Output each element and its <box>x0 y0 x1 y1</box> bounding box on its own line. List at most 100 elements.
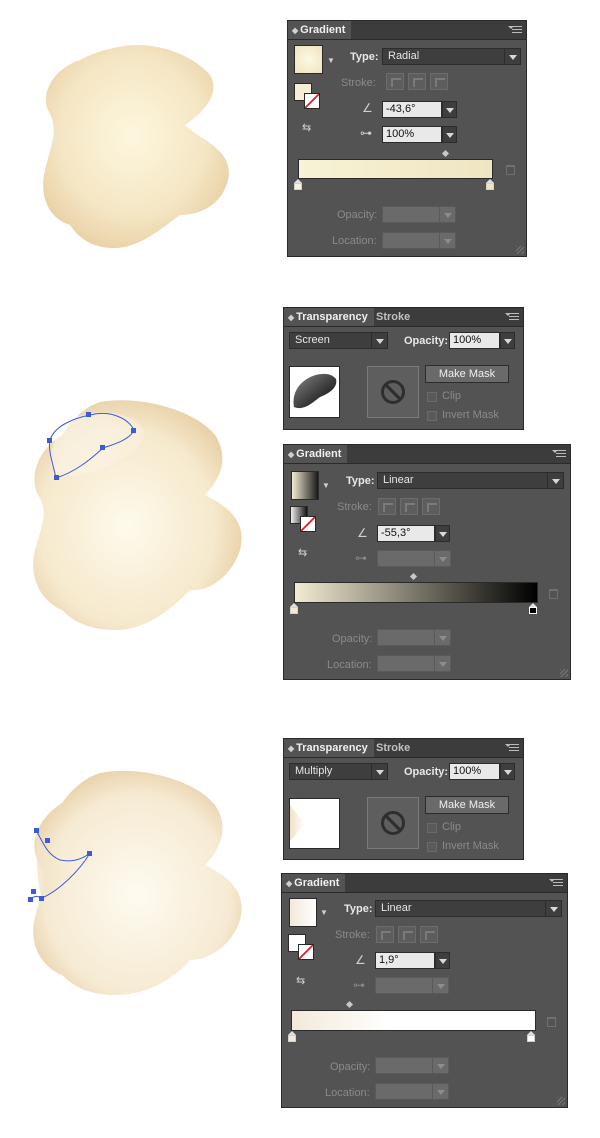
type-dropdown[interactable]: Linear <box>377 472 564 489</box>
clip-checkbox[interactable] <box>427 823 437 833</box>
mask-thumbnail[interactable] <box>367 797 419 849</box>
midpoint-diamond[interactable] <box>345 1000 354 1009</box>
color-stop-left[interactable] <box>290 603 298 614</box>
panel-menu-icon[interactable] <box>508 24 522 35</box>
tab-gradient[interactable]: ◆ Gradient <box>282 874 346 892</box>
opacity-label: Opacity: <box>404 766 449 778</box>
midpoint-diamond[interactable] <box>441 149 450 158</box>
tab-stroke[interactable]: Stroke <box>372 308 416 326</box>
aspect-ratio-icon: ⊶ <box>355 551 367 565</box>
color-stop-right[interactable] <box>529 603 537 614</box>
resize-grip[interactable] <box>560 669 568 677</box>
make-mask-button[interactable]: Make Mask <box>425 796 509 814</box>
blend-mode-dropdown[interactable]: Multiply <box>289 763 388 780</box>
panel-tabbar: ◆ Gradient <box>282 874 567 893</box>
angle-field[interactable]: -55,3° <box>377 525 450 542</box>
panel-tabbar: ◆ Gradient <box>284 445 570 464</box>
thumbnail-dropdown-icon[interactable]: ▼ <box>322 481 330 490</box>
stroke-none-swatch[interactable] <box>298 944 314 960</box>
clip-checkbox[interactable] <box>427 392 437 402</box>
blob-radial-shape <box>43 45 229 249</box>
resize-grip[interactable] <box>557 1097 565 1105</box>
object-thumbnail-shape <box>290 805 306 841</box>
collapse-arrows-icon: ◆ <box>286 879 293 888</box>
blend-mode-dropdown[interactable]: Screen <box>289 332 388 349</box>
aspect-ratio-icon: ⊶ <box>360 126 372 140</box>
chevron-down-icon[interactable] <box>500 332 515 349</box>
chevron-down-icon[interactable] <box>435 525 450 542</box>
chevron-down-icon[interactable] <box>435 952 450 969</box>
blob-multiply-shape <box>28 770 242 995</box>
resize-grip[interactable] <box>516 246 524 254</box>
stroke-along-button <box>400 498 418 515</box>
ratio-field[interactable]: 100% <box>382 126 457 143</box>
angle-field[interactable]: 1,9° <box>375 952 450 969</box>
thumbnail-dropdown-icon[interactable]: ▼ <box>327 56 335 65</box>
tab-gradient[interactable]: ◆ Gradient <box>284 445 348 463</box>
opacity-label: Opacity: <box>404 335 449 347</box>
opacity-field <box>377 629 451 646</box>
color-stop-left[interactable] <box>294 179 302 190</box>
stroke-none-swatch[interactable] <box>304 93 320 109</box>
tab-transparency[interactable]: ◆ Transparency <box>284 739 374 757</box>
panel-tabbar: ◆ Transparency Stroke <box>284 308 523 327</box>
opacity-field[interactable]: 100% <box>449 763 515 780</box>
chevron-down-icon[interactable] <box>500 763 515 780</box>
no-mask-icon <box>381 811 405 835</box>
chevron-down-icon <box>547 473 563 488</box>
trash-icon <box>547 1017 556 1027</box>
type-dropdown[interactable]: Linear <box>375 900 562 917</box>
chevron-down-icon[interactable] <box>442 101 457 118</box>
gradient-thumbnail[interactable] <box>289 898 317 927</box>
stroke-label: Stroke: <box>335 929 370 941</box>
type-dropdown[interactable]: Radial <box>382 48 521 65</box>
chevron-down-icon <box>434 551 450 566</box>
tab-stroke[interactable]: Stroke <box>372 739 416 757</box>
angle-field[interactable]: -43,6° <box>382 101 457 118</box>
angle-icon: ∠ <box>355 953 366 967</box>
mask-thumbnail[interactable] <box>367 366 419 418</box>
stroke-label: Stroke: <box>337 501 372 513</box>
type-label: Type: <box>350 51 379 63</box>
chevron-down-icon <box>432 978 448 993</box>
opacity-field[interactable]: 100% <box>449 332 515 349</box>
tab-gradient[interactable]: ◆ Gradient <box>288 21 352 39</box>
stroke-across-button <box>430 73 448 90</box>
panel-menu-icon[interactable] <box>505 742 519 753</box>
panel-menu-icon[interactable] <box>549 877 563 888</box>
reverse-gradient-icon[interactable]: ⇆ <box>302 121 311 134</box>
chevron-down-icon <box>439 207 455 222</box>
midpoint-diamond[interactable] <box>409 572 418 581</box>
gradient-thumbnail[interactable] <box>294 45 323 74</box>
tab-transparency[interactable]: ◆ Transparency <box>284 308 374 326</box>
invert-mask-checkbox[interactable] <box>427 411 437 421</box>
panel-tabbar: ◆ Gradient <box>288 21 526 40</box>
color-stop-left[interactable] <box>288 1031 296 1042</box>
color-stop-right[interactable] <box>527 1031 535 1042</box>
panel-menu-icon[interactable] <box>552 448 566 459</box>
gradient-slider[interactable] <box>291 1010 536 1031</box>
gradient-slider[interactable] <box>298 159 493 179</box>
make-mask-button[interactable]: Make Mask <box>425 365 509 383</box>
stroke-none-swatch[interactable] <box>300 516 316 532</box>
gradient-slider[interactable] <box>294 582 538 603</box>
transparency-panel-multiply: ◆ Transparency Stroke Multiply Opacity: 1… <box>283 738 524 860</box>
object-thumbnail[interactable] <box>289 798 340 849</box>
gradient-thumbnail[interactable] <box>291 471 319 500</box>
reverse-gradient-icon[interactable]: ⇆ <box>296 974 305 987</box>
chevron-down-icon <box>434 656 450 671</box>
type-label: Type: <box>344 903 373 915</box>
trash-icon <box>549 589 558 599</box>
chevron-down-icon[interactable] <box>442 126 457 143</box>
panel-tabbar: ◆ Transparency Stroke <box>284 739 523 758</box>
panel-menu-icon[interactable] <box>505 311 519 322</box>
reverse-gradient-icon[interactable]: ⇆ <box>298 546 307 559</box>
chevron-down-icon <box>432 1084 448 1099</box>
invert-mask-checkbox[interactable] <box>427 842 437 852</box>
location-field <box>382 232 456 249</box>
location-label: Location: <box>325 1087 370 1099</box>
thumbnail-dropdown-icon[interactable]: ▼ <box>320 908 328 917</box>
color-stop-right[interactable] <box>486 179 494 190</box>
object-thumbnail[interactable] <box>289 366 340 418</box>
angle-icon: ∠ <box>362 101 373 115</box>
